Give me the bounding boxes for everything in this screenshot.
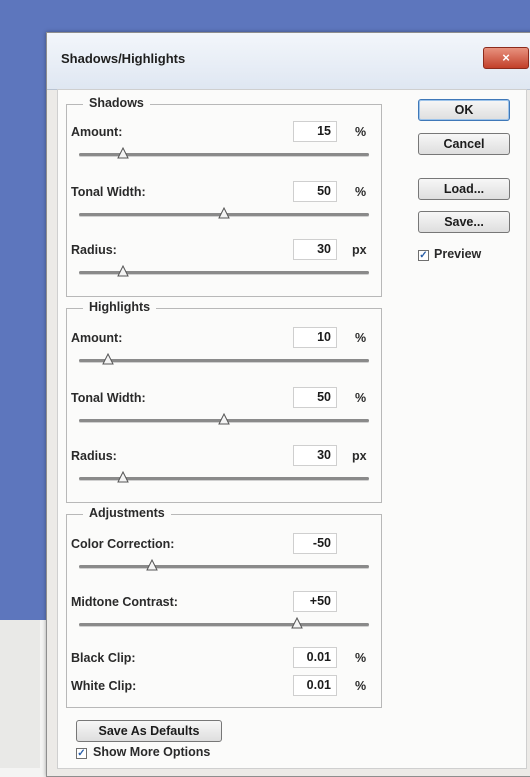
show-more-options-label: Show More Options: [93, 745, 211, 759]
cancel-button[interactable]: Cancel: [418, 133, 510, 155]
shadows-amount-label: Amount:: [71, 125, 123, 139]
shadows-radius-slider[interactable]: [79, 265, 369, 277]
highlights-radius-field[interactable]: 30: [293, 445, 337, 466]
dialog-body: Shadows Amount: 15 % Tonal Width: 50 % R…: [57, 89, 527, 769]
black-clip-field[interactable]: 0.01: [293, 647, 337, 668]
close-button[interactable]: ×: [483, 47, 529, 69]
checkmark-icon: ✓: [77, 748, 86, 759]
highlights-tonal-width-label: Tonal Width:: [71, 391, 146, 405]
black-clip-label: Black Clip:: [71, 651, 136, 665]
slider-thumb-icon[interactable]: [145, 559, 158, 571]
highlights-radius-slider[interactable]: [79, 471, 369, 483]
shadows-tonal-width-unit: %: [355, 185, 367, 199]
shadows-amount-slider[interactable]: [79, 147, 369, 159]
midtone-contrast-slider[interactable]: [79, 617, 369, 629]
shadows-group: Shadows Amount: 15 % Tonal Width: 50 % R…: [66, 96, 382, 297]
ok-button[interactable]: OK: [418, 99, 510, 121]
highlights-group: Highlights Amount: 10 % Tonal Width: 50 …: [66, 300, 382, 503]
highlights-legend: Highlights: [83, 300, 157, 314]
highlights-tonal-width-slider[interactable]: [79, 413, 369, 425]
adjustments-group: Adjustments Color Correction: -50 Midton…: [66, 506, 382, 708]
slider-thumb-icon[interactable]: [116, 147, 129, 159]
shadows-amount-unit: %: [355, 125, 367, 139]
save-button[interactable]: Save...: [418, 211, 510, 233]
slider-thumb-icon[interactable]: [116, 471, 129, 483]
checkmark-icon: ✓: [419, 250, 428, 261]
midtone-contrast-label: Midtone Contrast:: [71, 595, 178, 609]
background-strip: [0, 620, 40, 768]
slider-thumb-icon[interactable]: [218, 207, 230, 219]
highlights-amount-field[interactable]: 10: [293, 327, 337, 348]
black-clip-unit: %: [355, 651, 367, 665]
highlights-amount-unit: %: [355, 331, 367, 345]
shadows-tonal-width-label: Tonal Width:: [71, 185, 146, 199]
color-correction-slider[interactable]: [79, 559, 369, 571]
white-clip-field[interactable]: 0.01: [293, 675, 337, 696]
shadows-radius-unit: px: [352, 243, 367, 257]
slider-thumb-icon[interactable]: [290, 617, 303, 629]
slider-thumb-icon[interactable]: [102, 353, 114, 365]
highlights-tonal-width-field[interactable]: 50: [293, 387, 337, 408]
show-more-options-checkbox[interactable]: ✓: [76, 748, 87, 759]
white-clip-label: White Clip:: [71, 679, 137, 693]
shadows-legend: Shadows: [83, 96, 150, 110]
highlights-radius-unit: px: [352, 449, 367, 463]
highlights-amount-label: Amount:: [71, 331, 123, 345]
white-clip-unit: %: [355, 679, 367, 693]
close-icon: ×: [502, 50, 510, 65]
save-as-defaults-button[interactable]: Save As Defaults: [76, 720, 222, 742]
title-bar[interactable]: Shadows/Highlights ×: [47, 33, 530, 90]
shadows-radius-field[interactable]: 30: [293, 239, 337, 260]
color-correction-field[interactable]: -50: [293, 533, 337, 554]
slider-thumb-icon[interactable]: [116, 265, 129, 277]
slider-thumb-icon[interactable]: [218, 413, 230, 425]
highlights-tonal-width-unit: %: [355, 391, 367, 405]
preview-checkbox[interactable]: ✓: [418, 250, 429, 261]
shadows-amount-field[interactable]: 15: [293, 121, 337, 142]
adjustments-legend: Adjustments: [83, 506, 171, 520]
highlights-amount-slider[interactable]: [79, 353, 369, 365]
shadows-tonal-width-field[interactable]: 50: [293, 181, 337, 202]
window-title: Shadows/Highlights: [61, 51, 186, 66]
preview-label: Preview: [434, 247, 482, 261]
shadows-highlights-dialog: Shadows/Highlights × Shadows Amount: 15 …: [46, 32, 530, 777]
color-correction-label: Color Correction:: [71, 537, 175, 551]
midtone-contrast-field[interactable]: +50: [293, 591, 337, 612]
highlights-radius-label: Radius:: [71, 449, 117, 463]
load-button[interactable]: Load...: [418, 178, 510, 200]
shadows-radius-label: Radius:: [71, 243, 117, 257]
shadows-tonal-width-slider[interactable]: [79, 207, 369, 219]
